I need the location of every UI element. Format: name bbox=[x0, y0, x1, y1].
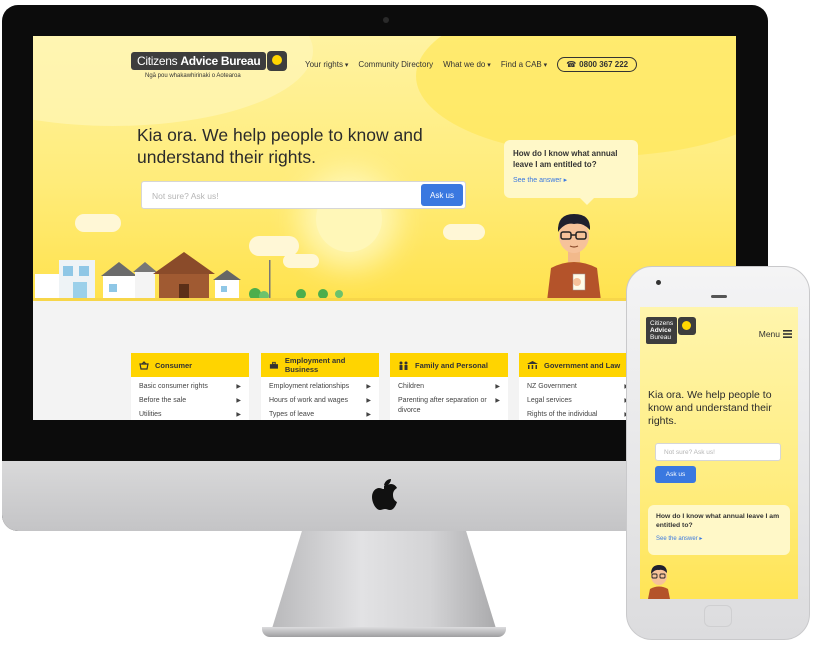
camera-icon bbox=[383, 17, 389, 23]
category-link[interactable]: Types of leave ▶ bbox=[261, 408, 379, 420]
chevron-right-icon: ▸ bbox=[563, 177, 568, 184]
hamburger-icon bbox=[783, 330, 792, 338]
person-illustration bbox=[547, 214, 601, 301]
cloud-illustration bbox=[75, 214, 121, 232]
cab-logo[interactable]: Citizens Advice Bureau bbox=[646, 317, 697, 344]
search-input[interactable]: Not sure? Ask us! bbox=[655, 443, 781, 461]
caret-right-icon: ▶ bbox=[366, 398, 371, 404]
category-link[interactable]: Basic consumer rights ▶ bbox=[131, 380, 249, 394]
caret-right-icon: ▶ bbox=[495, 384, 500, 390]
category-link[interactable]: Children ▶ bbox=[390, 380, 508, 394]
faq-answer-link[interactable]: See the answer ▸ bbox=[656, 535, 782, 542]
faq-question: How do I know what annual leave I am ent… bbox=[513, 149, 618, 169]
cloud-illustration bbox=[283, 254, 319, 268]
category-consumer: Consumer Basic consumer rights ▶ Before t… bbox=[131, 353, 249, 420]
logo-tagline: Ngā pou whakawhirinaki o Aotearoa bbox=[145, 73, 241, 79]
faq-bubble: How do I know what annual leave I am ent… bbox=[504, 140, 638, 205]
ask-us-button[interactable]: Ask us bbox=[655, 466, 696, 483]
main-nav: Your rights Community Directory What we … bbox=[305, 57, 638, 72]
category-link[interactable]: Legal services▶ bbox=[519, 394, 637, 408]
phone-frame: Citizens Advice Bureau Menu Kia ora. We … bbox=[626, 266, 810, 640]
government-icon bbox=[527, 360, 538, 369]
category-employment: Employment and Business Employment relat… bbox=[261, 353, 379, 420]
category-link[interactable]: Rights of the individual▶ bbox=[519, 408, 637, 420]
caret-right-icon: ▶ bbox=[236, 412, 241, 418]
category-family: Family and Personal Children ▶ Parenting … bbox=[390, 353, 508, 420]
mobile-screen: Citizens Advice Bureau Menu Kia ora. We … bbox=[640, 307, 798, 599]
cab-logo[interactable]: Citizens Advice Bureau Ngā pou whakawhir… bbox=[131, 51, 288, 79]
caret-right-icon: ▶ bbox=[236, 384, 241, 390]
lizard-logo-icon bbox=[267, 51, 288, 71]
caret-right-icon: ▶ bbox=[495, 398, 500, 404]
category-government: Government and Law NZ Government▶ Legal … bbox=[519, 353, 637, 420]
phone-number-button[interactable]: ☎ 0800 367 222 bbox=[557, 57, 638, 72]
hero-headline: Kia ora. We help people to know and unde… bbox=[137, 125, 423, 167]
cloud-illustration bbox=[443, 224, 485, 240]
person-illustration bbox=[648, 565, 670, 599]
basket-icon bbox=[139, 360, 149, 370]
caret-right-icon: ▶ bbox=[366, 412, 371, 418]
apple-logo-icon bbox=[372, 479, 397, 510]
town-illustration bbox=[35, 252, 271, 301]
imac-stand-base bbox=[262, 627, 506, 637]
caret-right-icon: ▶ bbox=[236, 398, 241, 404]
nav-community-directory[interactable]: Community Directory bbox=[358, 60, 433, 69]
nav-what-we-do[interactable]: What we do bbox=[443, 60, 491, 69]
trees-illustration bbox=[296, 289, 343, 299]
family-icon bbox=[399, 361, 408, 370]
menu-button[interactable]: Menu bbox=[759, 329, 792, 339]
faq-answer-link[interactable]: See the answer ▸ bbox=[513, 176, 629, 184]
faq-question: How do I know what annual leave I am ent… bbox=[656, 513, 780, 529]
caret-right-icon: ▶ bbox=[366, 384, 371, 390]
search-input[interactable] bbox=[150, 188, 410, 204]
nav-your-rights[interactable]: Your rights bbox=[305, 60, 348, 69]
lizard-logo-icon bbox=[678, 317, 697, 335]
search-bar: Ask us bbox=[141, 181, 466, 209]
nav-find-a-cab[interactable]: Find a CAB bbox=[501, 60, 547, 69]
camera-icon bbox=[656, 280, 661, 285]
hero-section: Citizens Advice Bureau Ngā pou whakawhir… bbox=[33, 36, 736, 301]
imac-stand bbox=[270, 531, 498, 635]
category-link[interactable]: Employment relationships ▶ bbox=[261, 380, 379, 394]
category-link[interactable]: Before the sale ▶ bbox=[131, 394, 249, 408]
ask-us-button[interactable]: Ask us bbox=[421, 184, 463, 206]
speaker-grille bbox=[711, 295, 727, 298]
chevron-right-icon: ▸ bbox=[699, 536, 703, 542]
briefcase-icon bbox=[269, 361, 278, 369]
faq-bubble: How do I know what annual leave I am ent… bbox=[648, 505, 790, 555]
phone-icon: ☎ bbox=[566, 60, 577, 69]
home-button[interactable] bbox=[704, 605, 732, 627]
category-link[interactable]: NZ Government▶ bbox=[519, 380, 637, 394]
hero-headline: Kia ora. We help people to know and unde… bbox=[648, 389, 772, 427]
category-link[interactable]: Hours of work and wages ▶ bbox=[261, 394, 379, 408]
category-link[interactable]: Parenting after separation or divorce ▶ bbox=[390, 394, 508, 418]
category-link[interactable]: Utilities ▶ bbox=[131, 408, 249, 420]
